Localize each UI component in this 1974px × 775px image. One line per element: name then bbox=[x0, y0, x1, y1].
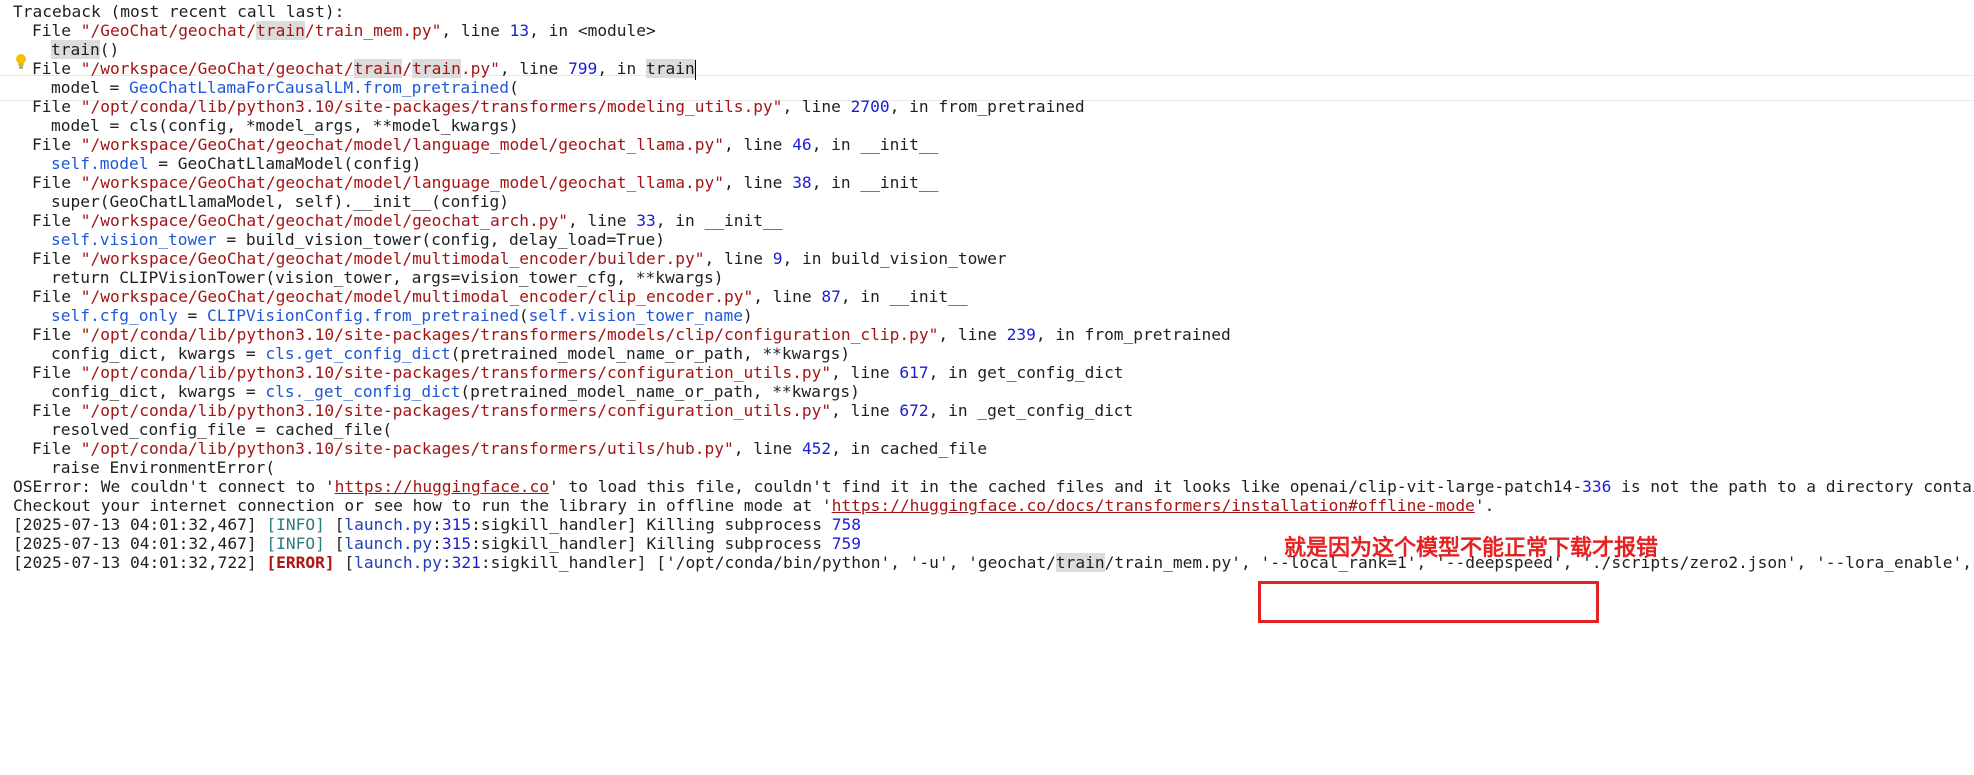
log-line-error: [2025-07-13 04:01:32,722] [ERROR] [launc… bbox=[13, 553, 1974, 572]
annotation-note: 就是因为这个模型不能正常下载才报错 bbox=[1284, 536, 1659, 561]
annotation-highlight-box bbox=[1258, 581, 1599, 623]
offline-mode-link[interactable]: https://huggingface.co/docs/transformers… bbox=[832, 496, 1475, 515]
text-cursor bbox=[694, 59, 696, 80]
trace-file-line: File "/GeoChat/geochat/train/train_mem.p… bbox=[32, 21, 656, 40]
launch-link[interactable]: launch.py bbox=[354, 553, 442, 572]
lightbulb-icon[interactable] bbox=[14, 53, 28, 71]
